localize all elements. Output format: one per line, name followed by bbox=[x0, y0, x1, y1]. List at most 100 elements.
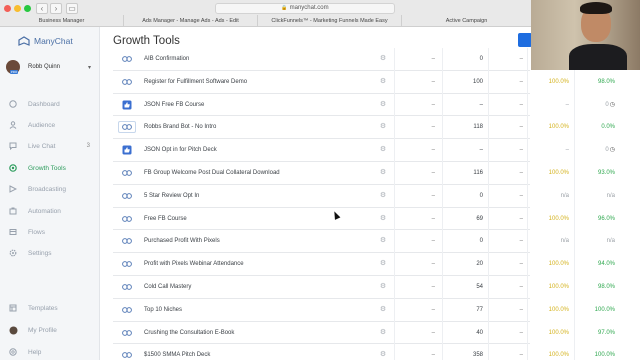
table-row[interactable]: Top 10 Niches ⚙ – 77 – 100.0% 100.0% bbox=[113, 298, 615, 322]
growth-tool-name[interactable]: Robbs Brand Bot - No Intro bbox=[144, 116, 364, 139]
link-icon bbox=[118, 235, 136, 247]
table-row[interactable]: Purchased Profit With Pixels ⚙ – 0 – n/a… bbox=[113, 230, 615, 254]
column-value: – bbox=[431, 78, 435, 85]
link-icon bbox=[118, 281, 136, 293]
settings-icon[interactable]: ⚙ bbox=[379, 185, 387, 208]
sidebar-item-label: Audience bbox=[28, 121, 56, 129]
table-row[interactable]: AIB Confirmation ⚙ – 0 – bbox=[113, 48, 575, 71]
maximize-window-icon[interactable] bbox=[24, 5, 31, 12]
table-row[interactable]: Free FB Course ⚙ – 69 – 100.0% 96.0% bbox=[113, 207, 615, 231]
link-icon bbox=[118, 190, 136, 202]
open-rate: 97.0% bbox=[597, 329, 615, 336]
forward-icon[interactable]: › bbox=[50, 3, 62, 14]
growth-tool-name[interactable]: Purchased Profit With Pixels bbox=[144, 230, 364, 253]
open-rate: n/a bbox=[606, 238, 615, 245]
settings-icon[interactable]: ⚙ bbox=[379, 94, 387, 117]
user-menu[interactable]: PRO Robb Quinn ▾ bbox=[6, 59, 94, 75]
tab-active-campaign[interactable]: Active Campaign bbox=[402, 15, 532, 27]
settings-icon[interactable]: ⚙ bbox=[379, 139, 387, 162]
settings-icon[interactable]: ⚙ bbox=[379, 71, 387, 94]
table-row[interactable]: 5 Star Review Opt In ⚙ – 0 – n/a n/a bbox=[113, 184, 615, 208]
growth-tool-name[interactable]: AIB Confirmation bbox=[144, 48, 364, 71]
column-value: 0 bbox=[479, 238, 483, 245]
settings-icon[interactable]: ⚙ bbox=[379, 276, 387, 299]
sidebar-item-live-chat[interactable]: Live Chat 3 bbox=[8, 140, 94, 152]
sidebar-item-broadcasting[interactable]: Broadcasting bbox=[8, 183, 94, 195]
table-row[interactable]: Robbs Brand Bot - No Intro ⚙ – 118 – 100… bbox=[113, 116, 615, 140]
growth-tool-name[interactable]: Crushing the Consultation E-Book bbox=[144, 322, 364, 345]
sidebar-item-flows[interactable]: Flows bbox=[8, 226, 94, 238]
sidebar-item-templates[interactable]: Templates bbox=[8, 302, 94, 314]
sidebar-item-my-profile[interactable]: My Profile bbox=[8, 324, 94, 336]
sidebar-item-dashboard[interactable]: Dashboard bbox=[8, 98, 94, 110]
growth-tool-name[interactable]: FB Group Welcome Post Dual Collateral Do… bbox=[144, 162, 364, 185]
growth-tool-name[interactable]: 5 Star Review Opt In bbox=[144, 185, 364, 208]
automation-icon bbox=[8, 207, 18, 215]
growth-tool-name[interactable]: JSON Opt in for Pitch Deck bbox=[144, 139, 364, 162]
open-rate: 96.0% bbox=[597, 215, 615, 222]
table-row[interactable]: Profit with Pixels Webinar Attendance ⚙ … bbox=[113, 253, 615, 276]
growth-tool-name[interactable]: Register for Fulfillment Software Demo bbox=[144, 71, 364, 94]
column-value: – bbox=[519, 215, 523, 222]
settings-icon[interactable]: ⚙ bbox=[379, 116, 387, 139]
table-row[interactable]: JSON Free FB Course ⚙ – – – – 0◷ bbox=[113, 93, 615, 117]
column-value: – bbox=[519, 329, 523, 336]
facebook-like-icon bbox=[118, 99, 136, 111]
growth-tool-name[interactable]: Free FB Course bbox=[144, 208, 364, 231]
column-value: 20 bbox=[476, 261, 483, 268]
growth-tool-name[interactable]: Top 10 Niches bbox=[144, 299, 364, 322]
conversion-rate: 100.0% bbox=[548, 261, 569, 268]
table-row[interactable]: $1500 SMMA Pitch Deck ⚙ – 358 – 100.0% 1… bbox=[113, 344, 615, 360]
column-value: – bbox=[431, 329, 435, 336]
growth-tool-name[interactable]: $1500 SMMA Pitch Deck bbox=[144, 344, 364, 360]
table-row[interactable]: Register for Fulfillment Software Demo ⚙… bbox=[113, 70, 615, 94]
settings-icon[interactable]: ⚙ bbox=[379, 208, 387, 231]
brand-logo[interactable]: ManyChat bbox=[18, 35, 73, 47]
sidebar-item-audience[interactable]: Audience bbox=[8, 119, 94, 131]
settings-icon[interactable]: ⚙ bbox=[379, 162, 387, 185]
table-row[interactable]: Cold Call Mastery ⚙ – 54 – 100.0% 98.0% bbox=[113, 275, 615, 299]
column-value: – bbox=[519, 261, 523, 268]
sidebar-toggle-icon[interactable]: ▭ bbox=[66, 3, 78, 14]
settings-icon[interactable]: ⚙ bbox=[379, 322, 387, 345]
column-value: – bbox=[519, 56, 523, 62]
growth-tool-name[interactable]: JSON Free FB Course bbox=[144, 94, 364, 117]
minimize-window-icon[interactable] bbox=[14, 5, 21, 12]
tab-business-manager[interactable]: Business Manager bbox=[0, 15, 124, 27]
tab-clickfunnels[interactable]: ClickFunnels™ - Marketing Funnels Made E… bbox=[258, 15, 402, 27]
column-value: – bbox=[431, 352, 435, 359]
column-value: – bbox=[519, 78, 523, 85]
column-value: 54 bbox=[476, 283, 483, 290]
new-growth-tool-button[interactable] bbox=[518, 33, 532, 47]
profile-icon bbox=[8, 326, 18, 335]
open-rate: 0◷ bbox=[605, 147, 615, 154]
column-value: – bbox=[431, 169, 435, 176]
open-rate: 93.0% bbox=[597, 169, 615, 176]
column-value: 0 bbox=[479, 56, 483, 62]
settings-icon[interactable]: ⚙ bbox=[379, 253, 387, 276]
table-row[interactable]: JSON Opt in for Pitch Deck ⚙ – – – – 0◷ bbox=[113, 139, 615, 162]
growth-tool-name[interactable]: Cold Call Mastery bbox=[144, 276, 364, 299]
settings-icon[interactable]: ⚙ bbox=[379, 230, 387, 253]
help-icon bbox=[8, 348, 18, 356]
table-row[interactable]: Crushing the Consultation E-Book ⚙ – 40 … bbox=[113, 321, 615, 345]
sidebar-item-label: Automation bbox=[28, 207, 61, 215]
column-value: 0 bbox=[479, 192, 483, 199]
close-window-icon[interactable] bbox=[4, 5, 11, 12]
table-row[interactable]: FB Group Welcome Post Dual Collateral Do… bbox=[113, 161, 615, 185]
column-value: – bbox=[431, 56, 435, 62]
growth-tool-name[interactable]: Profit with Pixels Webinar Attendance bbox=[144, 253, 364, 276]
tab-ads-manager[interactable]: Ads Manager - Manage Ads - Ads - Edit bbox=[124, 15, 258, 27]
settings-icon[interactable]: ⚙ bbox=[379, 48, 387, 71]
sidebar-item-help[interactable]: Help bbox=[8, 346, 94, 358]
address-bar[interactable]: 🔒 manychat.com bbox=[215, 3, 395, 14]
sidebar-item-settings[interactable]: Settings bbox=[8, 247, 94, 259]
sidebar-item-growth-tools[interactable]: Growth Tools bbox=[8, 162, 94, 174]
settings-icon[interactable]: ⚙ bbox=[379, 299, 387, 322]
settings-icon[interactable]: ⚙ bbox=[379, 344, 387, 360]
column-value: – bbox=[431, 306, 435, 313]
back-icon[interactable]: ‹ bbox=[36, 3, 48, 14]
conversion-rate: 100.0% bbox=[548, 329, 569, 336]
webcam-overlay bbox=[531, 0, 640, 70]
sidebar-item-automation[interactable]: Automation bbox=[8, 205, 94, 217]
